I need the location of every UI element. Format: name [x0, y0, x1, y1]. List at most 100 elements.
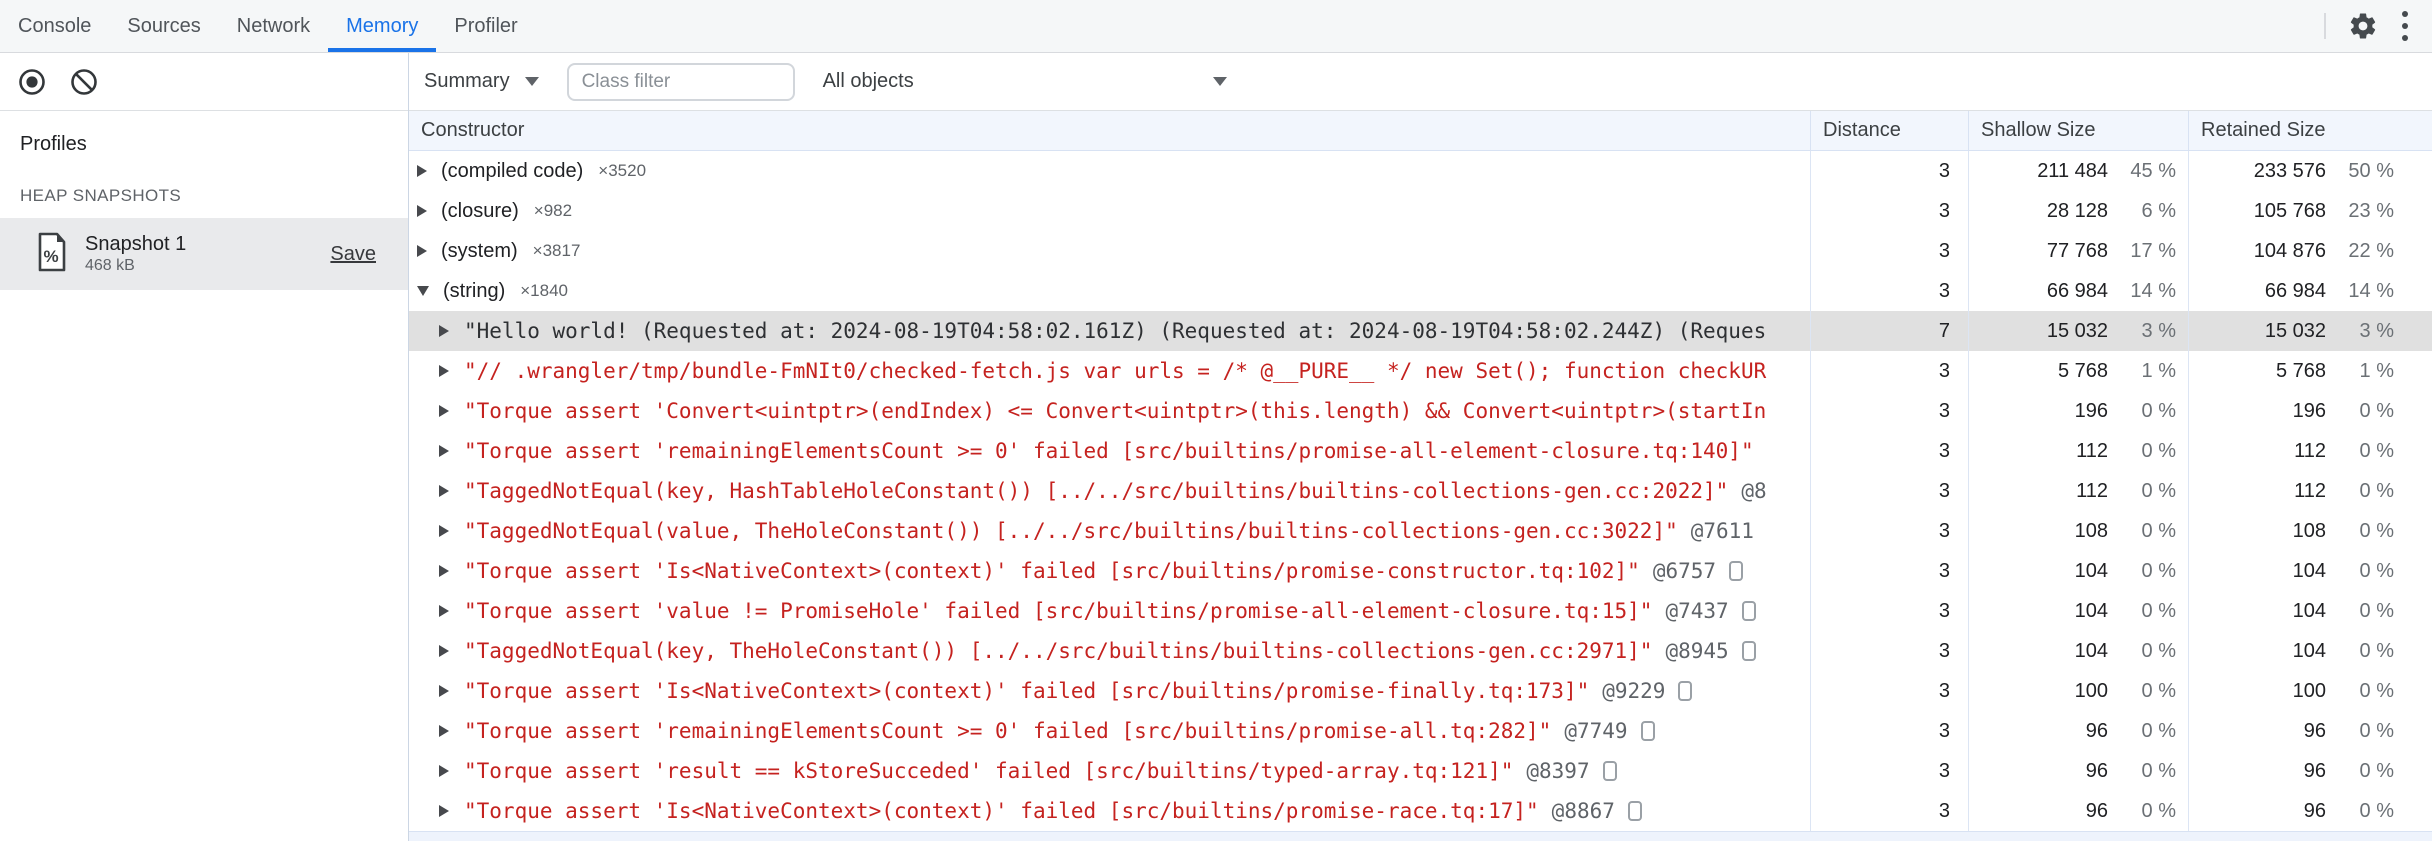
expand-arrow-icon[interactable]	[417, 286, 429, 296]
constructor-cell: (system) ×3817	[409, 231, 1810, 271]
more-options-icon[interactable]	[2400, 9, 2410, 43]
expand-arrow-icon[interactable]	[417, 165, 427, 177]
object-id: @7611	[1690, 519, 1754, 543]
table-row[interactable]: "Torque assert 'Is<NativeContext>(contex…	[409, 671, 2432, 711]
objects-select-value: All objects	[822, 70, 914, 92]
table-row[interactable]: (compiled code) ×3520 3 211 484 45 % 233 576 5…	[409, 151, 2432, 191]
constructor-cell: "Torque assert 'remainingElementsCount >…	[409, 711, 1810, 751]
expand-arrow-icon[interactable]	[439, 645, 449, 657]
distance-cell: 3	[1810, 151, 1968, 191]
table-row[interactable]: "Torque assert 'value != PromiseHole' fa…	[409, 591, 2432, 631]
tab-memory[interactable]: Memory	[328, 0, 437, 52]
expand-arrow-icon[interactable]	[439, 565, 449, 577]
class-filter-input[interactable]	[566, 62, 795, 101]
retained-size-cell: 196 0 %	[2188, 391, 2432, 431]
grid-footer-strip	[409, 831, 2432, 841]
retained-size-value: 105 768	[2253, 199, 2326, 222]
table-row[interactable]: "Torque assert 'Convert<uintptr>(endInde…	[409, 391, 2432, 431]
retained-size-value: 96	[2303, 799, 2326, 822]
snapshot-name: Snapshot 1	[85, 233, 187, 256]
string-value: "// .wrangler/tmp/bundle-FmNIt0/checked-…	[464, 359, 1767, 383]
retained-size-value: 112	[2294, 439, 2326, 462]
table-row[interactable]: "TaggedNotEqual(value, TheHoleConstant()…	[409, 511, 2432, 551]
expand-arrow-icon[interactable]	[439, 525, 449, 537]
object-id: @7749	[1564, 719, 1628, 743]
constructor-name: (string)	[443, 279, 506, 302]
column-header-retained-size[interactable]: Retained Size	[2188, 111, 2432, 150]
constructor-cell: "// .wrangler/tmp/bundle-FmNIt0/checked-…	[409, 351, 1810, 391]
objects-select[interactable]: All objects	[823, 70, 1227, 93]
shallow-size-percent: 0 %	[2141, 639, 2176, 662]
expand-arrow-icon[interactable]	[439, 445, 449, 457]
retained-size-value: 233 576	[2253, 159, 2326, 182]
tab-sources[interactable]: Sources	[109, 0, 218, 52]
table-row[interactable]: (string) ×1840 3 66 984 14 % 66 984 14 %	[409, 271, 2432, 311]
toolbar-divider	[2324, 13, 2326, 39]
expand-arrow-icon[interactable]	[439, 405, 449, 417]
shallow-size-value: 15 032	[2046, 319, 2108, 342]
expand-arrow-icon[interactable]	[439, 365, 449, 377]
shallow-size-value: 66 984	[2046, 279, 2108, 302]
string-value: "Torque assert 'value != PromiseHole' fa…	[464, 599, 1653, 623]
shallow-size-value: 96	[2085, 759, 2108, 782]
settings-gear-icon[interactable]	[2348, 11, 2378, 41]
expand-arrow-icon[interactable]	[439, 485, 449, 497]
tab-profiler[interactable]: Profiler	[436, 0, 535, 52]
expand-arrow-icon[interactable]	[439, 605, 449, 617]
constructor-cell: "TaggedNotEqual(key, TheHoleConstant()) …	[409, 631, 1810, 671]
profiles-sidebar: Profiles HEAP SNAPSHOTS % Snapshot 1 468…	[0, 53, 409, 841]
table-row[interactable]: (system) ×3817 3 77 768 17 % 104 876 22 %	[409, 231, 2432, 271]
tab-console[interactable]: Console	[0, 0, 109, 52]
constructor-cell: "Torque assert 'value != PromiseHole' fa…	[409, 591, 1810, 631]
distance-cell: 3	[1810, 231, 1968, 271]
expand-arrow-icon[interactable]	[439, 805, 449, 817]
inspect-icon[interactable]	[1729, 561, 1744, 581]
expand-arrow-icon[interactable]	[417, 205, 427, 217]
retained-size-cell: 96 0 %	[2188, 711, 2432, 751]
expand-arrow-icon[interactable]	[439, 725, 449, 737]
table-row[interactable]: "Torque assert 'Is<NativeContext>(contex…	[409, 791, 2432, 831]
expand-arrow-icon[interactable]	[439, 325, 449, 337]
table-row[interactable]: "TaggedNotEqual(key, TheHoleConstant()) …	[409, 631, 2432, 671]
table-row[interactable]: "// .wrangler/tmp/bundle-FmNIt0/checked-…	[409, 351, 2432, 391]
table-row[interactable]: "TaggedNotEqual(key, HashTableHoleConsta…	[409, 471, 2432, 511]
retained-size-cell: 104 876 22 %	[2188, 231, 2432, 271]
column-header-shallow-size[interactable]: Shallow Size	[1968, 111, 2188, 150]
shallow-size-percent: 0 %	[2141, 599, 2176, 622]
inspect-icon[interactable]	[1640, 721, 1655, 741]
inspect-icon[interactable]	[1627, 801, 1642, 821]
save-snapshot-link[interactable]: Save	[330, 243, 376, 266]
column-header-distance[interactable]: Distance	[1810, 111, 1968, 150]
clear-profiles-icon[interactable]	[69, 67, 99, 97]
object-id: @8945	[1665, 639, 1729, 663]
view-select[interactable]: Summary	[424, 70, 539, 93]
inspect-icon[interactable]	[1741, 601, 1756, 621]
tab-network[interactable]: Network	[219, 0, 328, 52]
record-heap-snapshot-icon[interactable]	[17, 67, 47, 97]
table-row[interactable]: "Hello world! (Requested at: 2024-08-19T…	[409, 311, 2432, 351]
shallow-size-cell: 28 128 6 %	[1968, 191, 2188, 231]
constructor-cell: "Torque assert 'Convert<uintptr>(endInde…	[409, 391, 1810, 431]
table-row[interactable]: "Torque assert 'Is<NativeContext>(contex…	[409, 551, 2432, 591]
table-row[interactable]: "Torque assert 'result == kStoreSucceded…	[409, 751, 2432, 791]
expand-arrow-icon[interactable]	[439, 765, 449, 777]
expand-arrow-icon[interactable]	[417, 245, 427, 257]
retained-size-percent: 0 %	[2359, 439, 2394, 462]
retained-size-value: 66 984	[2264, 279, 2326, 302]
inspect-icon[interactable]	[1678, 681, 1693, 701]
grid-body: (compiled code) ×3520 3 211 484 45 % 233 576 5…	[409, 151, 2432, 831]
table-row[interactable]: "Torque assert 'remainingElementsCount >…	[409, 431, 2432, 471]
inspect-icon[interactable]	[1741, 641, 1756, 661]
table-row[interactable]: (closure) ×982 3 28 128 6 % 105 768 23 %	[409, 191, 2432, 231]
expand-arrow-icon[interactable]	[439, 685, 449, 697]
table-row[interactable]: "Torque assert 'remainingElementsCount >…	[409, 711, 2432, 751]
shallow-size-percent: 0 %	[2141, 439, 2176, 462]
string-value: "Torque assert 'result == kStoreSucceded…	[464, 759, 1514, 783]
inspect-icon[interactable]	[1602, 761, 1617, 781]
distance-cell: 3	[1810, 271, 1968, 311]
snapshot-list-item[interactable]: % Snapshot 1 468 kB Save	[0, 218, 408, 290]
shallow-size-value: 96	[2085, 799, 2108, 822]
shallow-size-cell: 100 0 %	[1968, 671, 2188, 711]
retained-size-value: 112	[2294, 479, 2326, 502]
column-header-constructor[interactable]: Constructor	[409, 111, 1810, 150]
